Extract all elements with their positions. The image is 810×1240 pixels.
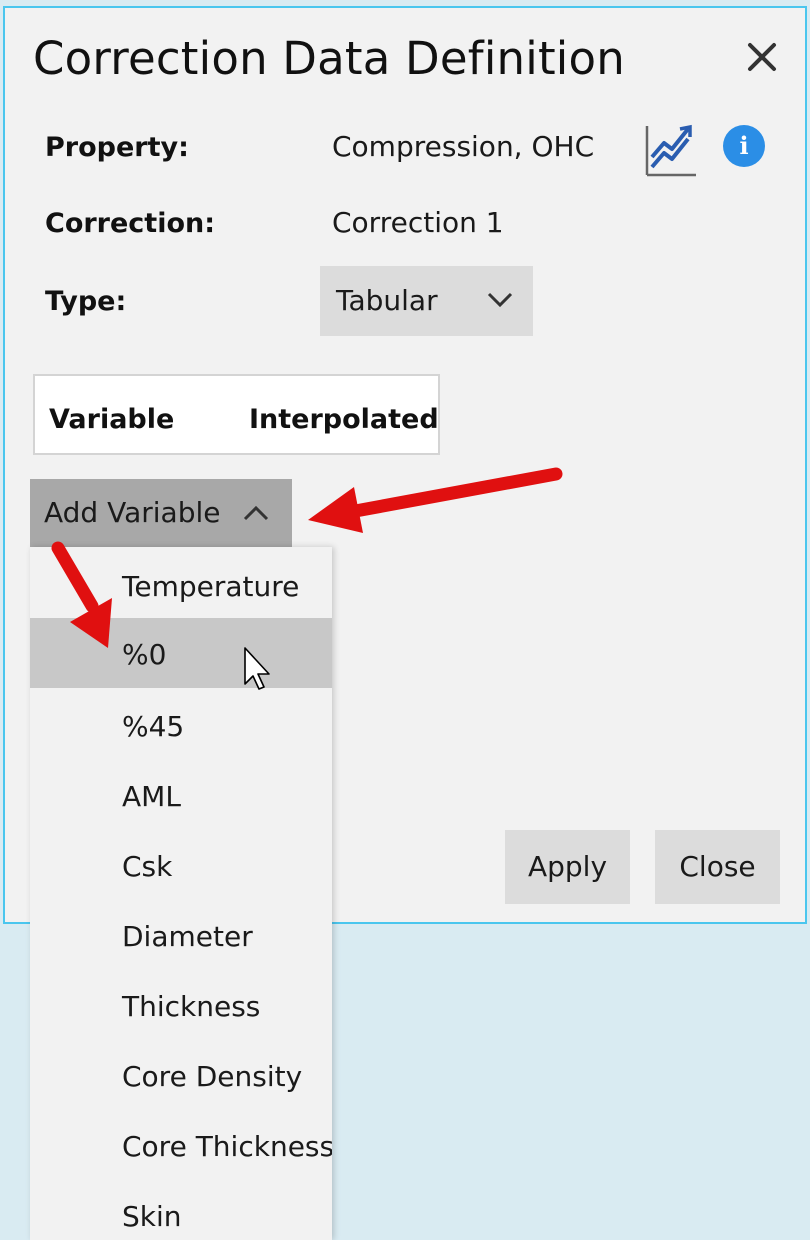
menu-item-45-percent[interactable]: %45	[30, 690, 332, 760]
menu-item-label: AML	[122, 780, 181, 813]
info-icon[interactable]: i	[723, 125, 765, 167]
menu-item-0-percent[interactable]: %0	[30, 618, 332, 688]
chevron-up-icon	[243, 505, 269, 521]
trend-chart-icon[interactable]	[644, 123, 698, 179]
property-value: Compression, OHC	[332, 130, 595, 163]
info-glyph: i	[739, 131, 749, 160]
variables-table-header: Variable Interpolated	[33, 374, 440, 455]
menu-item-core-thickness[interactable]: Core Thickness	[30, 1110, 332, 1180]
menu-item-label: Skin	[122, 1200, 182, 1233]
menu-item-label: %45	[122, 710, 185, 743]
close-button[interactable]: Close	[655, 830, 780, 904]
add-variable-label: Add Variable	[44, 496, 221, 529]
menu-item-aml[interactable]: AML	[30, 760, 332, 830]
correction-value: Correction 1	[332, 206, 504, 239]
add-variable-dropdown[interactable]: Add Variable	[30, 479, 292, 547]
menu-item-label: Core Density	[122, 1060, 303, 1093]
property-label: Property:	[45, 132, 189, 163]
menu-item-label: Csk	[122, 850, 173, 883]
menu-item-thickness[interactable]: Thickness	[30, 970, 332, 1040]
correction-label: Correction:	[45, 208, 216, 239]
apply-button[interactable]: Apply	[505, 830, 630, 904]
type-label: Type:	[45, 286, 127, 317]
menu-item-label: Temperature	[122, 570, 300, 603]
menu-item-csk[interactable]: Csk	[30, 830, 332, 900]
type-dropdown-value: Tabular	[336, 284, 438, 317]
menu-item-label: %0	[122, 638, 167, 671]
column-header-interpolated[interactable]: Interpolated	[249, 404, 439, 435]
menu-item-label: Core Thickness	[122, 1130, 332, 1163]
menu-item-temperature[interactable]: Temperature	[30, 550, 332, 620]
menu-item-label: Diameter	[122, 920, 253, 953]
menu-item-diameter[interactable]: Diameter	[30, 900, 332, 970]
close-icon[interactable]	[745, 40, 779, 74]
type-dropdown[interactable]: Tabular	[320, 266, 533, 336]
column-header-variable[interactable]: Variable	[49, 404, 174, 435]
menu-item-label: Thickness	[122, 990, 261, 1023]
menu-item-core-density[interactable]: Core Density	[30, 1040, 332, 1110]
add-variable-menu: Temperature %0 %45 AML Csk Diameter Thic…	[30, 547, 332, 1240]
menu-item-skin[interactable]: Skin	[30, 1180, 332, 1240]
dialog-title: Correction Data Definition	[33, 32, 625, 85]
chevron-down-icon	[487, 292, 513, 308]
